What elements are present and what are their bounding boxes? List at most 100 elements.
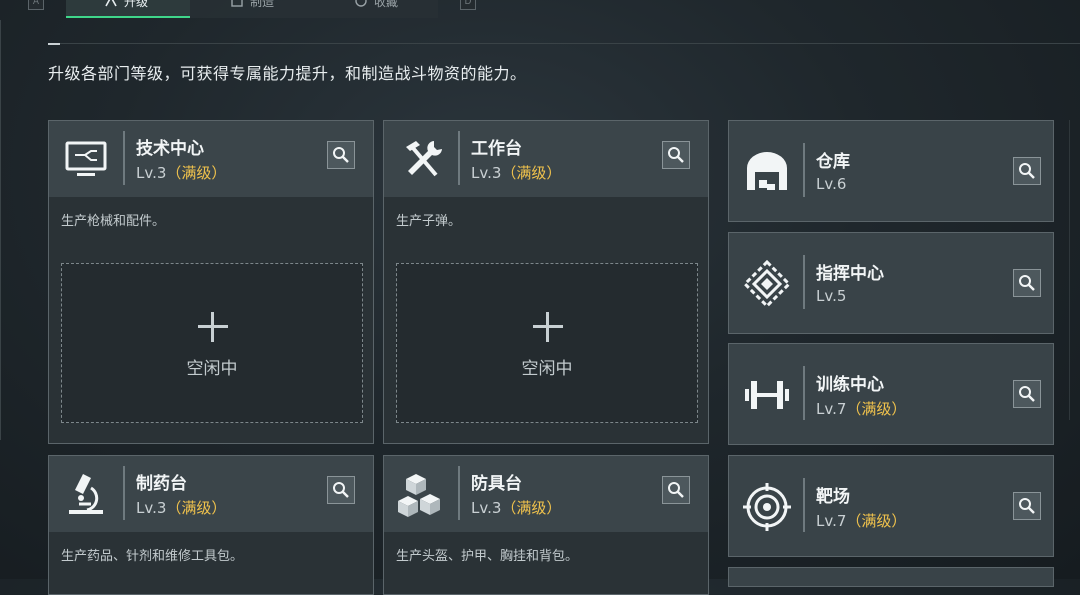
left-frame-line bbox=[0, 20, 1, 440]
header-separator bbox=[803, 255, 805, 309]
cubes-icon bbox=[396, 468, 448, 520]
tab-collection[interactable]: 收藏 bbox=[314, 0, 438, 18]
max-level-badge: （满级） bbox=[846, 512, 907, 530]
level-value: Lv.3 bbox=[471, 499, 502, 517]
computer-icon bbox=[61, 133, 113, 185]
microscope-icon bbox=[61, 468, 113, 520]
command-icon bbox=[741, 258, 793, 310]
department-level: Lv.6 bbox=[816, 175, 847, 193]
header-separator bbox=[458, 466, 460, 520]
search-icon bbox=[668, 482, 684, 498]
search-icon bbox=[1019, 498, 1035, 514]
header-separator bbox=[803, 478, 805, 532]
collection-icon bbox=[354, 0, 368, 14]
search-button[interactable] bbox=[1013, 380, 1041, 408]
department-level: Lv.3（满级） bbox=[471, 497, 561, 518]
header-separator bbox=[458, 131, 460, 185]
tab-label: 收藏 bbox=[374, 0, 399, 9]
department-description: 生产头盔、护甲、胸挂和背包。 bbox=[396, 549, 579, 564]
department-level: Lv.3（满级） bbox=[136, 162, 226, 183]
tab-upgrade[interactable]: 升级 bbox=[66, 0, 190, 18]
department-level: Lv.3（满级） bbox=[136, 497, 226, 518]
idle-label: 空闲中 bbox=[521, 359, 573, 379]
department-card-command-center[interactable]: 指挥中心 Lv.5 bbox=[728, 232, 1054, 334]
department-name: 靶场 bbox=[816, 487, 850, 507]
header-separator bbox=[803, 366, 805, 420]
right-frame-line bbox=[1069, 120, 1070, 420]
department-name: 训练中心 bbox=[816, 375, 884, 395]
header-separator bbox=[123, 131, 125, 185]
max-level-badge: （满级） bbox=[166, 499, 227, 517]
tab-label: 升级 bbox=[124, 0, 149, 9]
card-header: 防具台 Lv.3（满级） bbox=[384, 456, 708, 532]
level-value: Lv.7 bbox=[816, 400, 847, 418]
department-card-pharmacy[interactable]: 制药台 Lv.3（满级） 生产药品、针剂和维修工具包。 bbox=[48, 455, 374, 595]
header-separator bbox=[803, 143, 805, 197]
search-icon bbox=[668, 147, 684, 163]
search-button[interactable] bbox=[662, 141, 690, 169]
search-button[interactable] bbox=[1013, 269, 1041, 297]
tab-bar: 升级 制造 收藏 bbox=[66, 0, 438, 18]
department-card-shooting-range[interactable]: 靶场 Lv.7（满级） bbox=[728, 455, 1054, 557]
top-bar: A 升级 制造 收藏 D bbox=[0, 0, 1080, 20]
department-description: 生产枪械和配件。 bbox=[61, 214, 166, 229]
max-level-badge: （满级） bbox=[501, 164, 562, 182]
hotkey-left: A bbox=[28, 0, 44, 10]
max-level-badge: （满级） bbox=[846, 400, 907, 418]
target-icon bbox=[741, 481, 793, 533]
level-value: Lv.3 bbox=[136, 164, 167, 182]
plus-icon bbox=[198, 312, 228, 342]
department-name: 制药台 bbox=[136, 474, 187, 494]
page-subtitle: 升级各部门等级，可获得专属能力提升，和制造战斗物资的能力。 bbox=[48, 64, 527, 83]
department-level: Lv.7（满级） bbox=[816, 398, 906, 419]
level-value: Lv.3 bbox=[136, 499, 167, 517]
hotkey-right: D bbox=[460, 0, 476, 10]
level-value: Lv.3 bbox=[471, 164, 502, 182]
department-description: 生产子弹。 bbox=[396, 214, 462, 229]
search-button[interactable] bbox=[327, 476, 355, 504]
upgrade-icon bbox=[104, 0, 118, 14]
max-level-badge: （满级） bbox=[501, 499, 562, 517]
header-separator bbox=[123, 466, 125, 520]
department-card-warehouse[interactable]: 仓库 Lv.6 bbox=[728, 120, 1054, 222]
craft-icon bbox=[230, 0, 244, 14]
department-card-next[interactable] bbox=[728, 567, 1054, 587]
idle-slot[interactable]: 空闲中 bbox=[396, 263, 698, 423]
search-icon bbox=[333, 482, 349, 498]
department-card-tech-center[interactable]: 技术中心 Lv.3（满级） 生产枪械和配件。 空闲中 bbox=[48, 120, 374, 444]
department-name: 工作台 bbox=[471, 139, 522, 159]
level-value: Lv.7 bbox=[816, 512, 847, 530]
tab-craft[interactable]: 制造 bbox=[190, 0, 314, 18]
idle-slot[interactable]: 空闲中 bbox=[61, 263, 363, 423]
search-icon bbox=[333, 147, 349, 163]
department-level: Lv.7（满级） bbox=[816, 510, 906, 531]
search-button[interactable] bbox=[1013, 492, 1041, 520]
header-divider-mark bbox=[48, 43, 60, 45]
header-divider bbox=[48, 43, 1080, 44]
department-card-armor[interactable]: 防具台 Lv.3（满级） 生产头盔、护甲、胸挂和背包。 bbox=[383, 455, 709, 595]
warehouse-icon bbox=[741, 146, 793, 198]
department-name: 指挥中心 bbox=[816, 264, 884, 284]
card-header: 制药台 Lv.3（满级） bbox=[49, 456, 373, 532]
search-icon bbox=[1019, 386, 1035, 402]
card-header: 技术中心 Lv.3（满级） bbox=[49, 121, 373, 197]
department-name: 技术中心 bbox=[136, 139, 204, 159]
tools-icon bbox=[396, 133, 448, 185]
max-level-badge: （满级） bbox=[166, 164, 227, 182]
search-icon bbox=[1019, 163, 1035, 179]
department-description: 生产药品、针剂和维修工具包。 bbox=[61, 549, 244, 564]
department-name: 仓库 bbox=[816, 152, 850, 172]
department-level: Lv.3（满级） bbox=[471, 162, 561, 183]
plus-icon bbox=[533, 312, 563, 342]
department-name: 防具台 bbox=[471, 474, 522, 494]
department-card-training-center[interactable]: 训练中心 Lv.7（满级） bbox=[728, 343, 1054, 445]
department-card-workbench[interactable]: 工作台 Lv.3（满级） 生产子弹。 空闲中 bbox=[383, 120, 709, 444]
search-icon bbox=[1019, 275, 1035, 291]
idle-label: 空闲中 bbox=[186, 359, 238, 379]
search-button[interactable] bbox=[662, 476, 690, 504]
tab-label: 制造 bbox=[250, 0, 275, 9]
card-header: 工作台 Lv.3（满级） bbox=[384, 121, 708, 197]
search-button[interactable] bbox=[1013, 157, 1041, 185]
department-level: Lv.5 bbox=[816, 287, 847, 305]
search-button[interactable] bbox=[327, 141, 355, 169]
